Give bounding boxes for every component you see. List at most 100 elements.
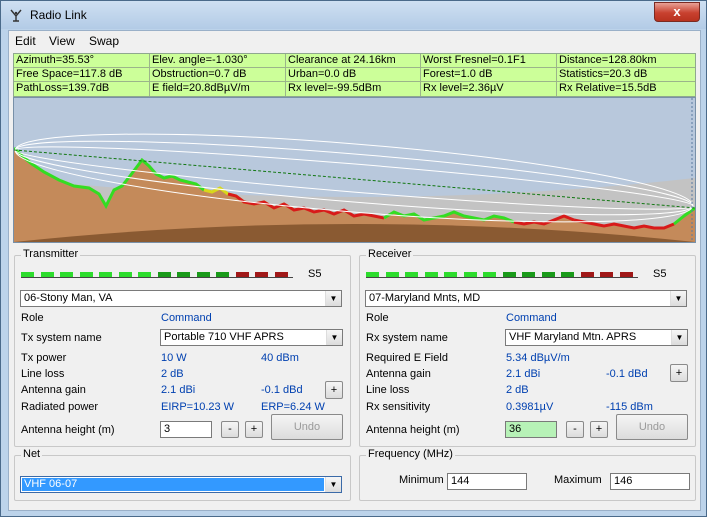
window-title: Radio Link — [30, 8, 87, 22]
chevron-down-icon[interactable]: ▼ — [670, 291, 686, 306]
info-path-loss: PathLoss=139.7dB — [16, 82, 110, 94]
menu-swap[interactable]: Swap — [89, 34, 119, 48]
frequency-min-input[interactable]: 144 — [447, 473, 527, 490]
rx-sensitivity-uv: 0.3981µV — [506, 401, 554, 413]
link-info-panel: Azimuth=35.53° Elev. angle=-1.030° Clear… — [13, 53, 696, 97]
signal-meter-baseline — [366, 277, 638, 278]
rx-site-select[interactable]: 07-Maryland Mnts, MD ▼ — [365, 290, 687, 307]
tx-power-label: Tx power — [21, 352, 67, 364]
rx-system-select[interactable]: VHF Maryland Mtn. APRS ▼ — [505, 329, 688, 346]
title-bar[interactable]: Radio Link x — [1, 1, 706, 29]
menu-view[interactable]: View — [49, 34, 75, 48]
rx-line-loss-value: 2 dB — [506, 384, 529, 396]
info-azimuth: Azimuth=35.53° — [16, 54, 95, 66]
close-button[interactable]: x — [654, 2, 700, 22]
info-clearance: Clearance at 24.16km — [288, 54, 396, 66]
signal-meter-baseline — [21, 277, 293, 278]
info-rx-relative: Rx Relative=15.5dB — [559, 82, 657, 94]
tx-line-loss-label: Line loss — [21, 368, 65, 380]
rx-antenna-height-label: Antenna height (m) — [366, 424, 460, 436]
rx-antenna-add-button[interactable]: + — [670, 364, 688, 382]
rx-antenna-gain-dbi: 2.1 dBi — [506, 368, 541, 380]
info-forest: Forest=1.0 dB — [423, 68, 493, 80]
chevron-down-icon[interactable]: ▼ — [671, 330, 687, 345]
info-urban: Urban=0.0 dB — [288, 68, 357, 80]
frequency-max-input[interactable]: 146 — [610, 473, 690, 490]
tx-signal-meter — [21, 272, 293, 278]
tx-role-value: Command — [161, 312, 212, 324]
rx-efield-label: Required E Field — [366, 352, 448, 364]
frequency-min-label: Minimum — [399, 474, 444, 486]
tx-system-select[interactable]: Portable 710 VHF APRS ▼ — [160, 329, 343, 346]
rx-antenna-height-input[interactable]: 36 — [505, 421, 557, 438]
net-group: Net VHF 06-07 ▼ — [14, 448, 351, 501]
rx-line-loss-label: Line loss — [366, 384, 410, 396]
menu-edit[interactable]: Edit — [15, 34, 36, 48]
client-area: Edit View Swap Azimuth=35.53° Elev. angl… — [8, 30, 701, 511]
info-obstruction: Obstruction=0.7 dB — [152, 68, 247, 80]
rx-signal-meter — [366, 272, 638, 278]
tx-height-decrease-button[interactable]: - — [221, 421, 239, 438]
rx-site-value: 07-Maryland Mnts, MD — [369, 292, 481, 304]
tx-antenna-add-button[interactable]: + — [325, 381, 343, 399]
info-e-field: E field=20.8dBµV/m — [152, 82, 250, 94]
rx-efield-value: 5.34 dBµV/m — [506, 352, 570, 364]
rx-sensitivity-dbm: -115 dBm — [606, 401, 653, 413]
tx-erp-value: ERP=6.24 W — [261, 401, 325, 413]
rx-sensitivity-label: Rx sensitivity — [366, 401, 431, 413]
rx-system-value: VHF Maryland Mtn. APRS — [509, 331, 637, 343]
tx-antenna-gain-label: Antenna gain — [21, 384, 86, 396]
rx-system-label: Rx system name — [366, 332, 448, 344]
rx-height-increase-button[interactable]: + — [590, 421, 608, 438]
tx-radiated-power-label: Radiated power — [21, 401, 99, 413]
rx-role-value: Command — [506, 312, 557, 324]
info-worst-fresnel: Worst Fresnel=0.1F1 — [423, 54, 526, 66]
tx-power-dbm: 40 dBm — [261, 352, 299, 364]
info-free-space: Free Space=117.8 dB — [16, 68, 123, 80]
tx-role-label: Role — [21, 312, 44, 324]
transmitter-legend: Transmitter — [21, 248, 81, 260]
chevron-down-icon[interactable]: ▼ — [326, 330, 342, 345]
frequency-group: Frequency (MHz) Minimum 144 Maximum 146 — [359, 448, 696, 501]
terrain-profile[interactable] — [13, 97, 696, 243]
receiver-legend: Receiver — [366, 248, 414, 260]
tx-site-select[interactable]: 06-Stony Man, VA ▼ — [20, 290, 342, 307]
radio-link-window: Radio Link x Edit View Swap Azimuth=35.5… — [0, 0, 707, 517]
tx-antenna-gain-dbi: 2.1 dBi — [161, 384, 196, 396]
transmitter-group: Transmitter S5 06-Stony Man, VA ▼ Role C… — [14, 248, 351, 447]
tx-system-label: Tx system name — [21, 332, 102, 344]
tx-eirp-value: EIRP=10.23 W — [161, 401, 235, 413]
tx-line-loss-value: 2 dB — [161, 368, 184, 380]
rx-role-label: Role — [366, 312, 389, 324]
rx-antenna-gain-label: Antenna gain — [366, 368, 431, 380]
receiver-group: Receiver S5 07-Maryland Mnts, MD ▼ Role … — [359, 248, 696, 447]
tx-antenna-height-label: Antenna height (m) — [21, 424, 115, 436]
info-elevation-angle: Elev. angle=-1.030° — [152, 54, 248, 66]
rx-undo-button[interactable]: Undo — [616, 414, 688, 440]
terrain-profile-graphic — [14, 98, 695, 242]
menu-bar: Edit View Swap — [9, 31, 700, 51]
info-rx-level-dbm: Rx level=-99.5dBm — [288, 82, 382, 94]
tx-system-value: Portable 710 VHF APRS — [164, 331, 284, 343]
chevron-down-icon[interactable]: ▼ — [325, 291, 341, 306]
rx-antenna-gain-dbd: -0.1 dBd — [606, 368, 648, 380]
info-distance: Distance=128.80km — [559, 54, 657, 66]
info-rx-level-uv: Rx level=2.36µV — [423, 82, 504, 94]
tx-antenna-gain-dbd: -0.1 dBd — [261, 384, 303, 396]
rx-signal-level: S5 — [653, 268, 667, 280]
net-legend: Net — [21, 448, 43, 460]
chevron-down-icon[interactable]: ▼ — [325, 477, 341, 492]
tx-signal-level: S5 — [308, 268, 322, 280]
tx-antenna-height-input[interactable]: 3 — [160, 421, 212, 438]
antenna-icon — [10, 9, 22, 22]
tx-undo-button[interactable]: Undo — [271, 414, 343, 440]
info-statistics: Statistics=20.3 dB — [559, 68, 648, 80]
tx-power-w: 10 W — [161, 352, 187, 364]
net-select[interactable]: VHF 06-07 ▼ — [20, 476, 342, 493]
frequency-legend: Frequency (MHz) — [366, 448, 455, 460]
frequency-max-label: Maximum — [554, 474, 602, 486]
net-value: VHF 06-07 — [24, 478, 78, 490]
tx-site-value: 06-Stony Man, VA — [24, 292, 113, 304]
rx-height-decrease-button[interactable]: - — [566, 421, 584, 438]
tx-height-increase-button[interactable]: + — [245, 421, 263, 438]
